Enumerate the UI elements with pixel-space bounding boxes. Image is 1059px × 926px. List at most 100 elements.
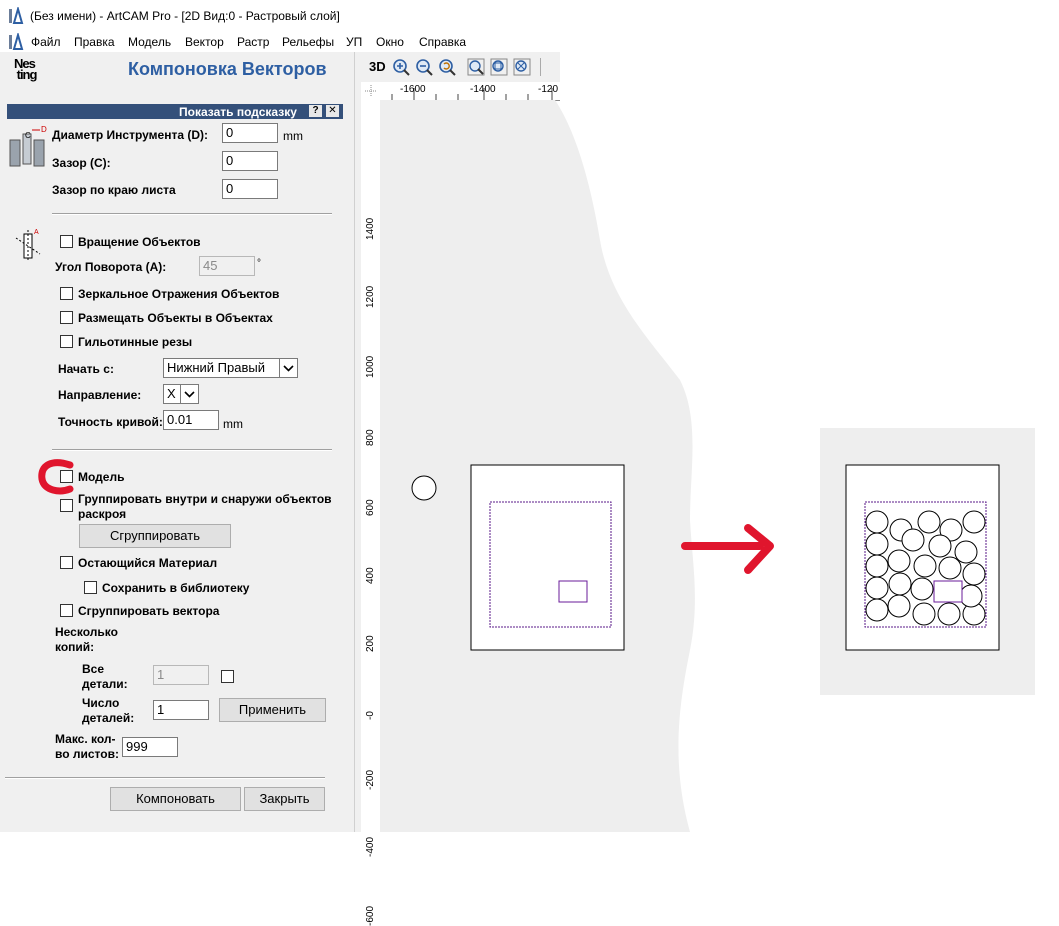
group-in-out-label-1: Группировать внутри и снаружи объектов bbox=[78, 492, 332, 506]
close-button[interactable]: Закрыть bbox=[244, 787, 325, 811]
remaining-material-checkbox[interactable] bbox=[60, 556, 73, 569]
ruler-left: 1400 1200 1000 800 600 400 200 -0 -200 -… bbox=[362, 100, 381, 926]
ruler-left-label: 400 bbox=[365, 567, 376, 584]
svg-text:C: C bbox=[25, 131, 31, 140]
guillotine-checkbox[interactable] bbox=[60, 335, 73, 348]
artcam-menu-icon[interactable] bbox=[8, 33, 24, 51]
save-library-checkbox[interactable] bbox=[84, 581, 97, 594]
window-title: (Без имени) - ArtCAM Pro - [2D Вид:0 - Р… bbox=[30, 9, 340, 23]
chevron-down-icon[interactable] bbox=[279, 359, 297, 377]
copies-label-2: копий: bbox=[55, 640, 95, 654]
circle-vector[interactable] bbox=[411, 475, 437, 501]
svg-text:D: D bbox=[41, 126, 47, 134]
nest-in-checkbox[interactable] bbox=[60, 311, 73, 324]
num-parts-label-2: деталей: bbox=[82, 711, 135, 725]
menu-edit[interactable]: Правка bbox=[74, 35, 115, 49]
direction-select[interactable]: X bbox=[163, 384, 199, 404]
ruler-left-label: -200 bbox=[365, 769, 376, 790]
start-label: Начать с: bbox=[58, 362, 114, 376]
mirror-label: Зеркальное Отражения Объектов bbox=[78, 287, 280, 301]
zoom-previous-icon[interactable] bbox=[438, 58, 456, 76]
accuracy-unit: mm bbox=[223, 417, 243, 431]
ruler-left-label: -400 bbox=[365, 836, 376, 857]
ruler-top-label: -1600 bbox=[400, 84, 426, 95]
gap-label: Зазор (C): bbox=[52, 156, 111, 170]
apply-button[interactable]: Применить bbox=[219, 698, 326, 722]
remaining-material-label: Остающийся Материал bbox=[78, 556, 218, 570]
separator-2 bbox=[52, 449, 332, 451]
max-sheets-input[interactable]: 999 bbox=[122, 737, 178, 757]
menu-reliefs[interactable]: Рельефы bbox=[282, 35, 334, 49]
gap-input[interactable]: 0 bbox=[222, 151, 278, 171]
num-parts-input[interactable]: 1 bbox=[153, 700, 209, 720]
edge-gap-input[interactable]: 0 bbox=[222, 179, 278, 199]
group-button[interactable]: Сгруппировать bbox=[79, 524, 231, 548]
start-select-value: Нижний Правый bbox=[167, 360, 265, 375]
red-annotation-bracket bbox=[38, 459, 74, 495]
rect-vector-after[interactable] bbox=[933, 580, 963, 603]
accuracy-input[interactable]: 0.01 bbox=[163, 410, 219, 430]
menu-bar: Файл Правка Модель Вектор Растр Рельефы … bbox=[0, 32, 560, 52]
tool-diameter-label: Диаметр Инструмента (D): bbox=[52, 128, 208, 142]
ruler-top-label: -1400 bbox=[470, 84, 496, 95]
svg-text:A: A bbox=[34, 229, 39, 236]
group-vectors-checkbox[interactable] bbox=[60, 604, 73, 617]
menu-model[interactable]: Модель bbox=[128, 35, 171, 49]
all-parts-label-1: Все bbox=[82, 662, 105, 676]
panel-splitter[interactable] bbox=[354, 52, 361, 832]
ruler-top-label: -120 bbox=[538, 84, 559, 95]
zoom-in-icon[interactable] bbox=[392, 58, 410, 76]
menu-window[interactable]: Окно bbox=[376, 35, 404, 49]
hint-close-button[interactable]: ✕ bbox=[326, 105, 339, 117]
edge-gap-label: Зазор по краю листа bbox=[52, 183, 176, 197]
max-sheets-label-2: во листов: bbox=[55, 747, 119, 761]
tool-diameter-input[interactable]: 0 bbox=[222, 123, 278, 143]
hint-bar[interactable]: Показать подсказку ? ✕ bbox=[7, 104, 343, 119]
rotation-icon: A bbox=[15, 229, 41, 262]
nest-in-label: Размещать Объекты в Объектах bbox=[78, 311, 273, 325]
menu-raster[interactable]: Растр bbox=[237, 35, 269, 49]
hint-help-button[interactable]: ? bbox=[309, 105, 322, 117]
menu-toolpaths[interactable]: УП bbox=[346, 35, 362, 49]
ruler-left-label: 1400 bbox=[365, 217, 376, 240]
all-parts-checkbox[interactable] bbox=[221, 670, 234, 683]
zoom-all-icon[interactable] bbox=[513, 58, 531, 76]
group-vectors-label: Сгруппировать вектора bbox=[78, 604, 220, 618]
direction-select-value: X bbox=[167, 386, 176, 401]
group-in-out-checkbox[interactable] bbox=[60, 499, 73, 512]
menu-file[interactable]: Файл bbox=[31, 35, 61, 49]
ruler-left-label: 600 bbox=[365, 499, 376, 516]
menu-help[interactable]: Справка bbox=[419, 35, 466, 49]
separator-1 bbox=[52, 213, 332, 215]
ruler-left-label: 800 bbox=[365, 429, 376, 446]
ruler-left-label: 200 bbox=[365, 635, 376, 652]
ruler-left-label: 1000 bbox=[365, 355, 376, 378]
zoom-fit-icon[interactable] bbox=[490, 58, 508, 76]
chevron-down-icon[interactable] bbox=[180, 385, 198, 403]
title-bar: (Без имени) - ArtCAM Pro - [2D Вид:0 - Р… bbox=[0, 0, 540, 32]
design-canvas[interactable] bbox=[380, 100, 1059, 832]
num-parts-label-1: Число bbox=[82, 696, 120, 710]
view-3d-button[interactable]: 3D bbox=[369, 59, 386, 74]
nest-button[interactable]: Компоновать bbox=[110, 787, 241, 811]
model-label: Модель bbox=[78, 470, 125, 484]
all-parts-input[interactable]: 1 bbox=[153, 665, 209, 685]
rotate-checkbox[interactable] bbox=[60, 235, 73, 248]
max-sheets-label-1: Макс. кол- bbox=[55, 732, 116, 746]
nested-circles bbox=[865, 510, 986, 626]
nesting-logo: Nes ting bbox=[14, 56, 37, 82]
angle-input[interactable]: 45 bbox=[199, 256, 255, 276]
start-select[interactable]: Нижний Правый bbox=[163, 358, 298, 378]
direction-label: Направление: bbox=[58, 388, 142, 402]
hint-bar-label: Показать подсказку bbox=[179, 105, 297, 119]
ruler-left-label: -0 bbox=[365, 711, 376, 720]
copies-label-1: Несколько bbox=[55, 625, 118, 639]
separator-3 bbox=[5, 777, 325, 779]
zoom-window-icon[interactable] bbox=[467, 58, 485, 76]
angle-unit: ° bbox=[257, 258, 261, 269]
ruler-left-label: 1200 bbox=[365, 285, 376, 308]
mirror-checkbox[interactable] bbox=[60, 287, 73, 300]
menu-vector[interactable]: Вектор bbox=[185, 35, 224, 49]
zoom-out-icon[interactable] bbox=[415, 58, 433, 76]
all-parts-label-2: детали: bbox=[82, 677, 128, 691]
